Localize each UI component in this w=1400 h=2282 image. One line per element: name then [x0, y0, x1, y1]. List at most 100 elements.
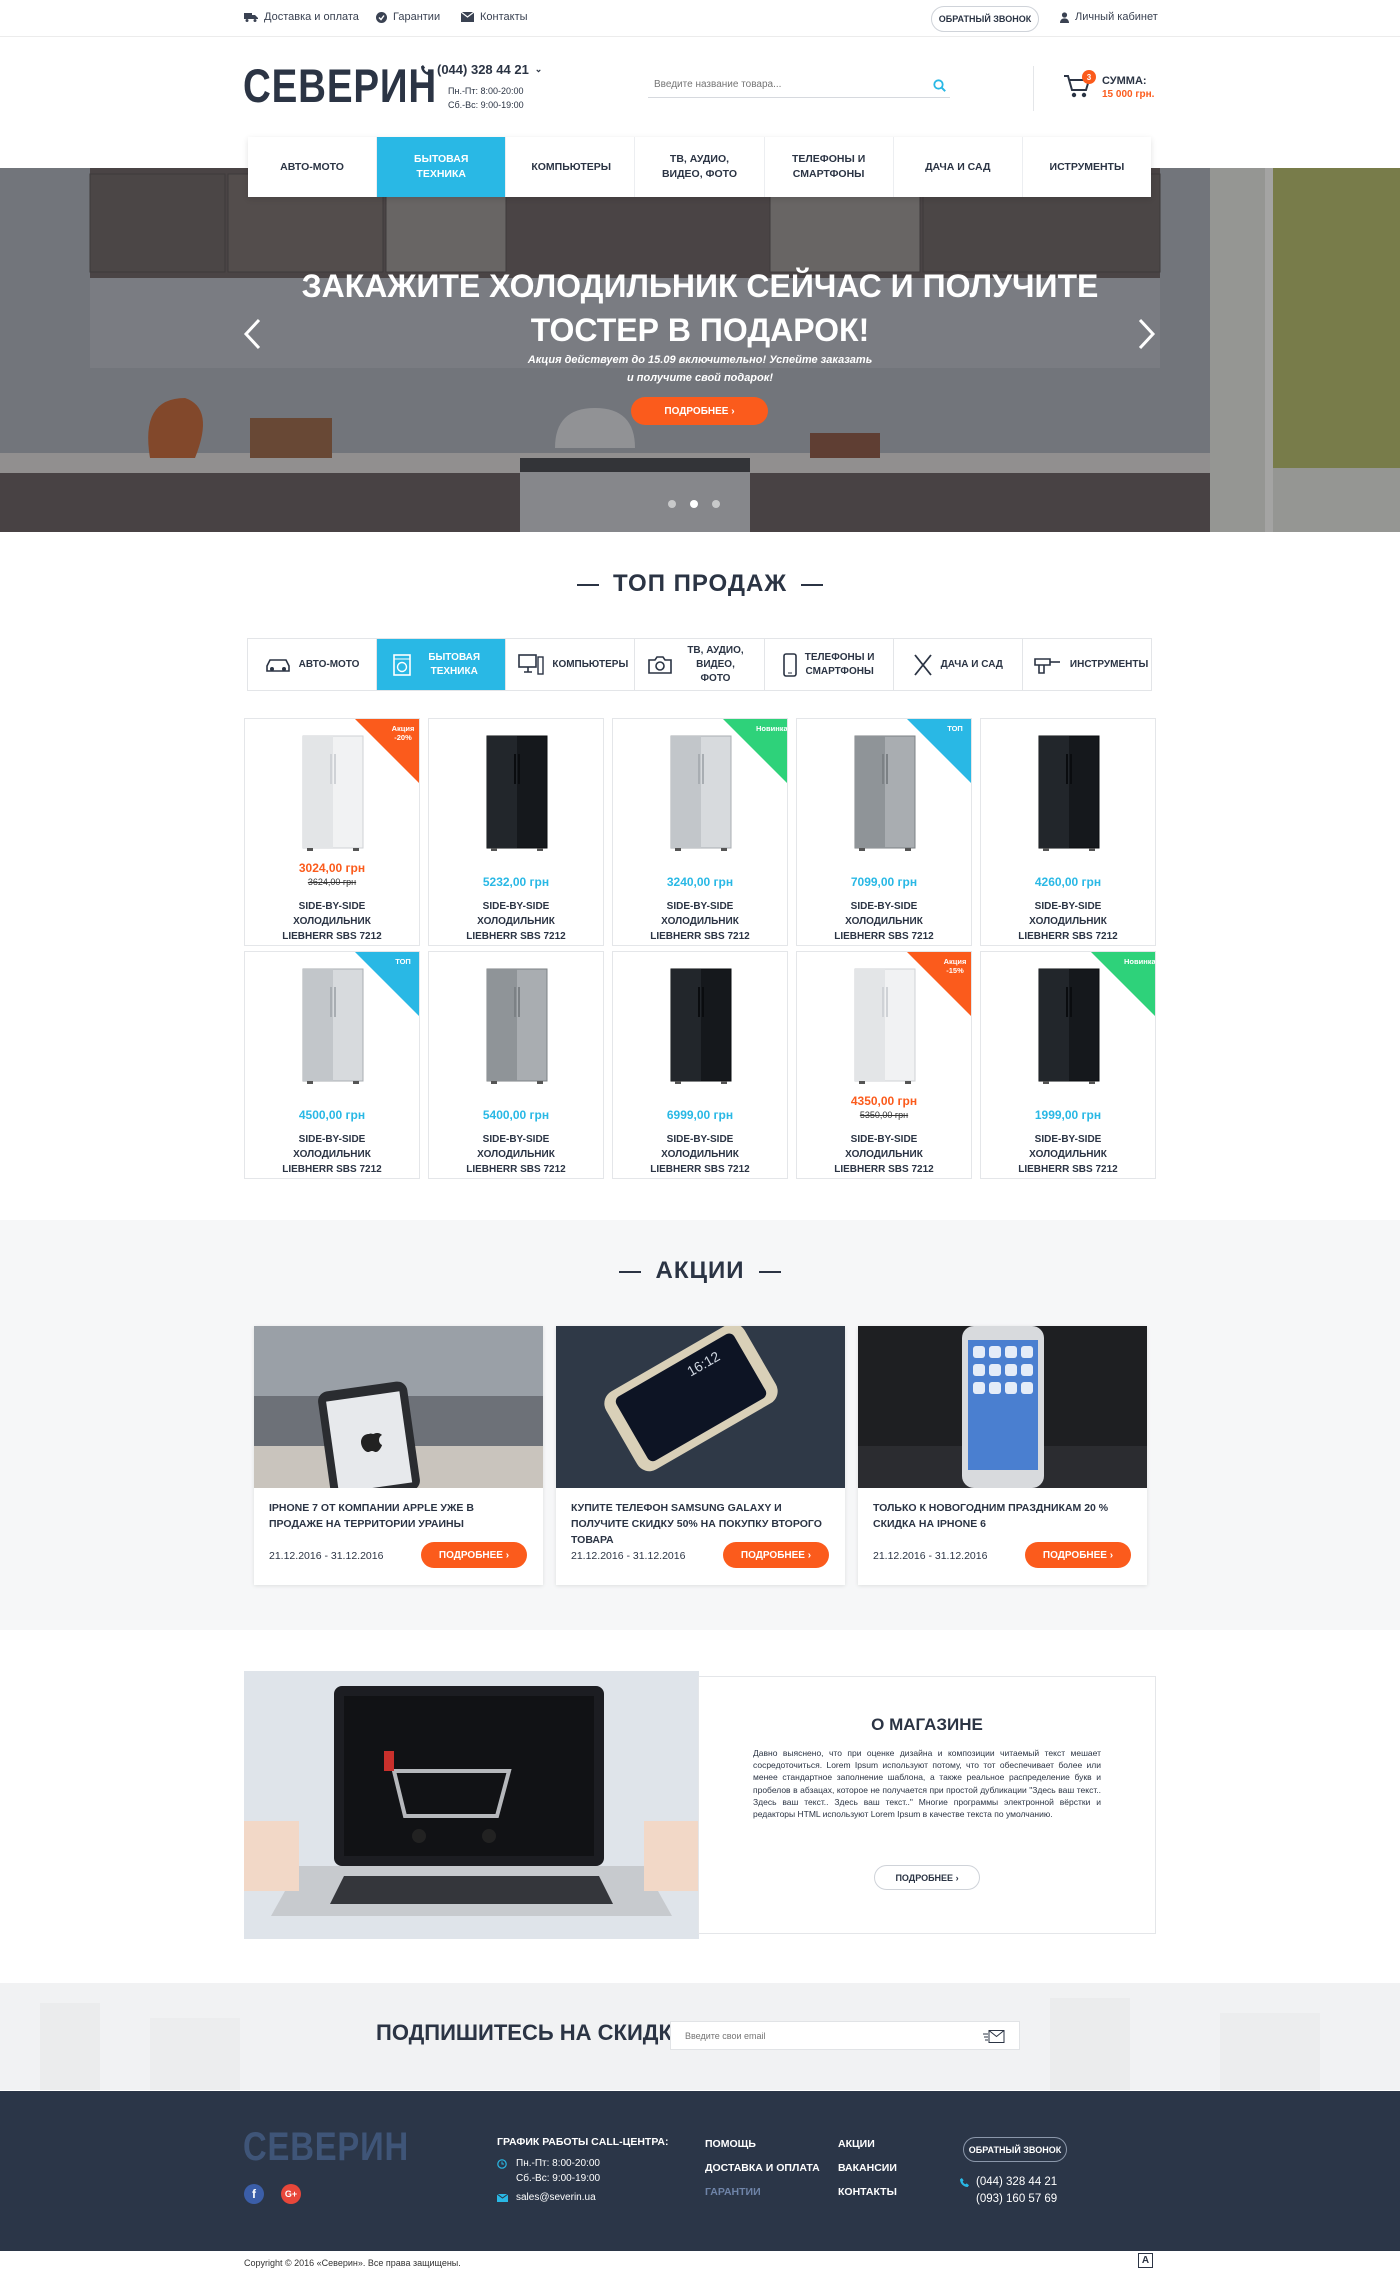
nav-item[interactable]: Дача и сад — [894, 137, 1023, 197]
promo-card: 16:12 КУПИТЕ ТЕЛЕФОН SAMSUNG GALAXY И ПОЛ… — [556, 1326, 845, 1585]
category-tab[interactable]: ТВ, аудио, видео, фото — [635, 639, 765, 690]
promo-image[interactable]: 16:12 — [556, 1326, 845, 1488]
product-card[interactable]: 5232,00 грн SIDE-BY-SIDE ХОЛОДИЛЬНИК LIEB… — [428, 718, 604, 946]
footer-link[interactable]: АКЦИИ — [838, 2138, 875, 2150]
product-name[interactable]: SIDE-BY-SIDE ХОЛОДИЛЬНИК LIEBHERR SBS 72… — [613, 899, 787, 944]
about-more-button[interactable]: Подробнее › — [874, 1865, 980, 1890]
search-icon[interactable] — [933, 79, 946, 92]
site-logo[interactable]: СЕВЕРИН — [243, 58, 437, 113]
nav-item[interactable]: Телефоны и смартфоны — [765, 137, 894, 197]
cart-sum: СУММА: 15 000 грн. — [1102, 75, 1154, 101]
footer-callback-button[interactable]: Обратный звонок — [963, 2137, 1067, 2162]
nav-item[interactable]: Компьютеры — [506, 137, 636, 197]
hero-prev-arrow-icon[interactable] — [243, 318, 261, 350]
product-card[interactable]: 4350,00 грн 5350,00 грн SIDE-BY-SIDE ХОЛОД… — [796, 951, 972, 1179]
nav-item[interactable]: Иструменты — [1023, 137, 1151, 197]
slider-dot[interactable] — [690, 500, 698, 508]
product-name[interactable]: SIDE-BY-SIDE ХОЛОДИЛЬНИК LIEBHERR SBS 72… — [245, 899, 419, 944]
category-tab[interactable]: Телефоны и смартфоны — [765, 639, 894, 690]
promo-title[interactable]: IPHONE 7 ОТ КОМПАНИИ APPLE УЖЕ В ПРОДАЖЕ… — [269, 1500, 529, 1532]
footer-phone-1[interactable]: (044) 328 44 21 — [976, 2174, 1057, 2191]
hero-more-button[interactable]: Подробнее › — [631, 397, 768, 425]
nav-item[interactable]: Бытовая техника — [377, 137, 507, 197]
promo-more-button[interactable]: Подробнее › — [723, 1542, 829, 1568]
header-hours-weekdays: Пн.-Пт: 8:00-20:00 — [448, 86, 524, 96]
category-tab[interactable]: Бытовая техника — [377, 639, 507, 690]
footer-link[interactable]: ПОМОЩЬ — [705, 2138, 756, 2150]
header-divider — [1033, 66, 1034, 111]
promo-image[interactable] — [254, 1326, 543, 1488]
promo-more-button[interactable]: Подробнее › — [1025, 1542, 1131, 1568]
nav-item-label: Иструменты — [1049, 160, 1125, 173]
product-name[interactable]: SIDE-BY-SIDE ХОЛОДИЛЬНИК LIEBHERR SBS 72… — [429, 899, 603, 944]
product-price: 5232,00 грн — [482, 875, 550, 889]
facebook-icon[interactable]: f — [244, 2184, 264, 2204]
account-link[interactable]: Личный кабинет — [1060, 11, 1158, 23]
cart-button[interactable]: 3 — [1063, 70, 1096, 105]
product-name[interactable]: SIDE-BY-SIDE ХОЛОДИЛЬНИК LIEBHERR SBS 72… — [981, 899, 1155, 944]
footer-link[interactable]: ВАКАНСИИ — [838, 2162, 897, 2174]
footer-phones: (044) 328 44 21 (093) 160 57 69 — [976, 2174, 1057, 2208]
nav-item[interactable]: ТВ, Аудио, видео, фото — [635, 137, 765, 197]
about-card: О МАГАЗИНЕ Давно выяснено, что при оценк… — [698, 1676, 1156, 1934]
product-card[interactable]: 7099,00 грн SIDE-BY-SIDE ХОЛОДИЛЬНИК LIEB… — [796, 718, 972, 946]
promo-card: ТОЛЬКО К НОВОГОДНИМ ПРАЗДНИКАМ 20 % СКИД… — [858, 1326, 1147, 1585]
product-card[interactable]: 6999,00 грн SIDE-BY-SIDE ХОЛОДИЛЬНИК LIEB… — [612, 951, 788, 1179]
promo-image[interactable] — [858, 1326, 1147, 1488]
product-price: 4500,00 грн — [298, 1108, 366, 1122]
product-name[interactable]: SIDE-BY-SIDE ХОЛОДИЛЬНИК LIEBHERR SBS 72… — [429, 1132, 603, 1177]
product-card[interactable]: 3024,00 грн 3624,00 грн SIDE-BY-SIDE ХОЛОД… — [244, 718, 420, 946]
category-tab-label: Телефоны и смартфоны — [804, 651, 875, 677]
header-phone[interactable]: (044) 328 44 21 ⌄ — [421, 62, 542, 77]
promo-title[interactable]: ТОЛЬКО К НОВОГОДНИМ ПРАЗДНИКАМ 20 % СКИД… — [873, 1500, 1133, 1532]
subscribe-email-input[interactable] — [671, 2022, 971, 2049]
product-card[interactable]: 5400,00 грн SIDE-BY-SIDE ХОЛОДИЛЬНИК LIEB… — [428, 951, 604, 1179]
footer-logo[interactable]: СЕВЕРИН — [243, 2125, 409, 2170]
promo-more-button-label: Подробнее — [1042, 1549, 1107, 1561]
callback-button-top[interactable]: Обратный звонок — [931, 6, 1039, 32]
product-card[interactable]: 1999,00 грн SIDE-BY-SIDE ХОЛОДИЛЬНИК LIEB… — [980, 951, 1156, 1179]
footer-email[interactable]: sales@severin.ua — [516, 2192, 596, 2203]
slider-dot[interactable] — [668, 500, 676, 508]
promo-more-button[interactable]: Подробнее › — [421, 1542, 527, 1568]
category-tab[interactable]: Дача и сад — [894, 639, 1023, 690]
nav-item[interactable]: Авто-мото — [248, 137, 378, 197]
footer-link[interactable]: ДОСТАВКА И ОПЛАТА — [705, 2162, 820, 2174]
product-name[interactable]: SIDE-BY-SIDE ХОЛОДИЛЬНИК LIEBHERR SBS 72… — [245, 1132, 419, 1177]
product-name[interactable]: SIDE-BY-SIDE ХОЛОДИЛЬНИК LIEBHERR SBS 72… — [797, 1132, 971, 1177]
about-more-button-label: Подробнее — [895, 1872, 954, 1883]
category-tab[interactable]: Компьютеры — [506, 639, 636, 690]
hero-subtitle: Акция действует до 15.09 включительно! У… — [0, 351, 1400, 387]
google-plus-icon[interactable]: G+ — [281, 2184, 301, 2204]
contacts-link[interactable]: Контакты — [461, 11, 528, 23]
guarantee-link[interactable]: Гарантии — [376, 11, 440, 23]
product-card[interactable]: 4260,00 грн SIDE-BY-SIDE ХОЛОДИЛЬНИК LIEB… — [980, 718, 1156, 946]
category-tab[interactable]: Инструменты — [1023, 639, 1151, 690]
product-price: 7099,00 грн — [850, 875, 918, 889]
accessibility-icon[interactable]: A — [1138, 2253, 1153, 2268]
footer-phone-2[interactable]: (093) 160 57 69 — [976, 2191, 1057, 2208]
phone-icon — [421, 64, 431, 75]
account-link-label: Личный кабинет — [1075, 11, 1158, 23]
footer: СЕВЕРИН f G+ ГРАФИК РАБОТЫ CALL-ЦЕНТРА: … — [0, 2091, 1400, 2251]
product-name[interactable]: SIDE-BY-SIDE ХОЛОДИЛЬНИК LIEBHERR SBS 72… — [797, 899, 971, 944]
send-mail-icon[interactable] — [983, 2030, 1005, 2043]
footer-hours-weekdays: Пн.-Пт: 8:00-20:00 — [516, 2158, 600, 2169]
subscribe-section: ПОДПИШИТЕСЬ НА СКИДКИ: — [0, 1983, 1400, 2090]
product-badge: Новинка — [756, 724, 788, 733]
search-input[interactable] — [648, 74, 918, 95]
product-name[interactable]: SIDE-BY-SIDE ХОЛОДИЛЬНИК LIEBHERR SBS 72… — [981, 1132, 1155, 1177]
hero-next-arrow-icon[interactable] — [1138, 318, 1156, 350]
category-tab[interactable]: Авто-мото — [248, 639, 378, 690]
product-name[interactable]: SIDE-BY-SIDE ХОЛОДИЛЬНИК LIEBHERR SBS 72… — [613, 1132, 787, 1177]
delivery-link[interactable]: Доставка и оплата — [244, 11, 359, 23]
hero-slider: ЗАКАЖИТЕ ХОЛОДИЛЬНИК СЕЙЧАС И ПОЛУЧИТЕ Т… — [0, 168, 1400, 532]
promo-more-button-label: Подробнее — [740, 1549, 805, 1561]
footer-link[interactable]: ГАРАНТИИ — [705, 2186, 761, 2198]
product-card[interactable]: 3240,00 грн SIDE-BY-SIDE ХОЛОДИЛЬНИК LIEB… — [612, 718, 788, 946]
promo-dates: 21.12.2016 - 31.12.2016 — [873, 1550, 988, 1562]
product-card[interactable]: 4500,00 грн SIDE-BY-SIDE ХОЛОДИЛЬНИК LIEB… — [244, 951, 420, 1179]
slider-dot[interactable] — [712, 500, 720, 508]
promo-title[interactable]: КУПИТЕ ТЕЛЕФОН SAMSUNG GALAXY И ПОЛУЧИТЕ… — [571, 1500, 831, 1548]
footer-link[interactable]: КОНТАКТЫ — [838, 2186, 897, 2198]
